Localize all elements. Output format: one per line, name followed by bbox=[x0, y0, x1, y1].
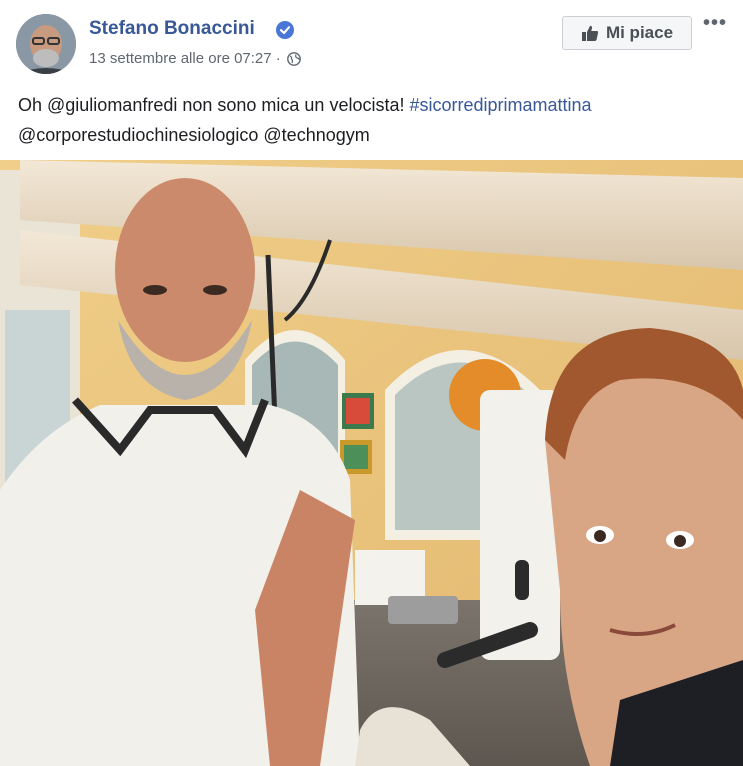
globe-icon[interactable] bbox=[287, 52, 301, 66]
post-text-line1: Oh @giuliomanfredi non sono mica un velo… bbox=[18, 95, 410, 115]
like-button-label: Mi piace bbox=[605, 23, 674, 42]
post-meta: 13 settembre alle ore 07:27 · bbox=[89, 50, 301, 67]
like-page-button[interactable]: Mi piace bbox=[562, 16, 692, 50]
facebook-post: Stefano Bonaccini 13 settembre alle ore … bbox=[0, 0, 743, 766]
post-text: Oh @giuliomanfredi non sono mica un velo… bbox=[18, 90, 733, 150]
author-name[interactable]: Stefano Bonaccini bbox=[89, 18, 255, 40]
hashtag-link[interactable]: #sicorrediprimamattina bbox=[409, 95, 591, 115]
author-avatar[interactable] bbox=[16, 14, 76, 74]
thumbs-up-icon bbox=[581, 25, 599, 41]
verified-badge-icon bbox=[276, 21, 294, 39]
more-options-icon[interactable]: ••• bbox=[703, 12, 727, 35]
post-timestamp[interactable]: 13 settembre alle ore 07:27 bbox=[89, 50, 272, 67]
post-photo[interactable] bbox=[0, 160, 743, 766]
meta-separator: · bbox=[271, 50, 285, 67]
post-text-line2: @corporestudiochinesiologico @technogym bbox=[18, 125, 370, 145]
